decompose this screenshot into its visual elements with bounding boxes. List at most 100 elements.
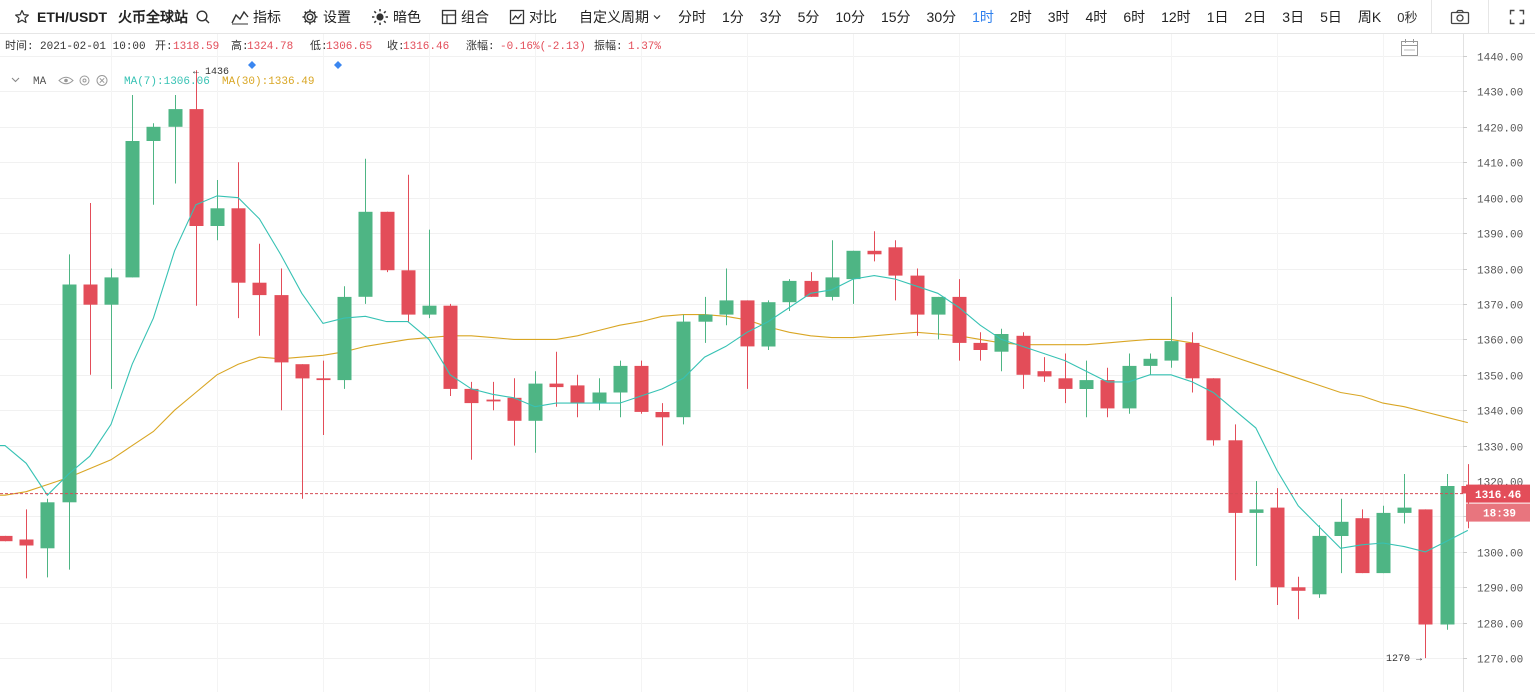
candle-up[interactable] [825,240,840,301]
collapse-chevron-icon[interactable] [11,77,20,83]
period-option[interactable]: 1时 [964,7,1002,27]
candle-down[interactable] [401,174,416,322]
period-option[interactable]: 3分 [752,7,790,27]
candle-down[interactable] [952,279,967,361]
candle-down[interactable] [316,360,331,435]
period-option[interactable]: 10分 [827,7,873,27]
period-option[interactable]: 分时 [670,7,714,27]
candle-down[interactable] [888,240,903,301]
candle-down[interactable] [867,231,882,262]
period-option[interactable]: 5日 [1312,7,1350,27]
candle-down[interactable] [274,268,289,411]
period-option[interactable]: 1分 [714,7,752,27]
candle-down[interactable] [1037,357,1052,382]
candle-down[interactable] [486,381,501,411]
period-option[interactable]: 5分 [790,7,828,27]
candle-down[interactable] [1206,378,1221,446]
candle-up[interactable] [168,95,183,184]
candle-down[interactable] [549,351,564,407]
candle-down[interactable] [83,203,98,375]
candle-down[interactable] [634,360,649,414]
combo-button[interactable]: 组合 [431,0,499,34]
candle-up[interactable] [1164,296,1179,368]
candle-down[interactable] [252,243,267,336]
candle-up[interactable] [40,498,55,578]
candle-down[interactable] [443,303,458,396]
period-option[interactable]: 周K [1350,7,1389,27]
candle-up[interactable] [994,328,1009,372]
period-option[interactable]: 2时 [1002,7,1040,27]
period-option[interactable]: 15分 [873,7,919,27]
custom-period-dropdown[interactable]: 自定义周期 [567,0,670,34]
candle-up[interactable] [337,286,352,389]
period-option[interactable]: 2日 [1236,7,1274,27]
candle-down[interactable] [380,211,395,273]
candle-down[interactable] [1185,332,1200,393]
candle-down[interactable] [507,378,522,446]
candle-up[interactable] [210,180,225,241]
candle-up[interactable] [1376,505,1391,574]
settings-button[interactable]: 设置 [291,0,361,34]
candle-down[interactable] [464,381,479,460]
candle-down[interactable] [0,535,13,542]
fullscreen-button[interactable] [1489,0,1535,34]
candle-body [104,277,119,305]
candle-up[interactable] [698,296,713,343]
candle-up[interactable] [528,371,543,453]
candle-down[interactable] [655,403,670,446]
indicator-icon [231,10,249,24]
candle-up[interactable] [676,314,691,425]
theme-toggle-button[interactable]: 暗色 [361,0,431,34]
period-option[interactable]: 4时 [1078,7,1116,27]
star-icon[interactable] [14,0,30,34]
candle-up[interactable] [931,296,946,340]
candle-down[interactable] [1228,424,1243,581]
close-icon[interactable] [96,75,108,86]
candle-down[interactable] [231,162,246,319]
period-option[interactable]: 6时 [1115,7,1153,27]
ma30-line [0,314,1468,496]
symbol-name[interactable]: ETH/USDT [37,9,107,25]
candle-down[interactable] [19,509,34,579]
candle-up[interactable] [125,95,140,278]
candle-down[interactable] [295,364,310,499]
period-option[interactable]: 30分 [919,7,965,27]
eye-icon[interactable] [58,76,74,85]
candle-up[interactable] [1312,525,1327,598]
screenshot-button[interactable] [1432,0,1488,34]
candle-up[interactable] [1122,353,1137,414]
candle-up[interactable] [104,268,119,389]
event-marker-icon[interactable] [248,61,256,69]
gear-icon[interactable] [79,75,90,86]
candle-down[interactable] [973,332,988,361]
candle-down[interactable] [1291,576,1306,620]
event-marker-icon[interactable] [334,61,342,69]
period-option[interactable]: 12时 [1153,7,1199,27]
indicators-button[interactable]: 指标 [221,0,291,34]
candle-down[interactable] [1418,509,1433,659]
candle-down[interactable] [189,70,204,306]
ma-label: MA [33,76,47,88]
candle-up[interactable] [146,123,161,205]
candle-up[interactable] [613,360,628,418]
candlestick-chart[interactable]: 1440.00 1430.00 1420.00 1410.00 1400.00 1390.… [0,34,1535,692]
candle-down[interactable] [910,268,925,336]
search-icon[interactable] [195,0,211,34]
candle-up[interactable] [1143,353,1158,375]
candle-up[interactable] [761,300,776,350]
candle-up[interactable] [1440,474,1455,630]
period-option[interactable]: 3日 [1274,7,1312,27]
candle-up[interactable] [358,158,373,304]
candle-body [1016,335,1031,375]
candle-down[interactable] [1016,332,1031,389]
candle-up[interactable] [1334,498,1349,574]
candle-up[interactable] [782,279,797,311]
calendar-icon[interactable] [1401,39,1418,56]
candle-up[interactable] [846,250,861,304]
period-option[interactable]: 3时 [1040,7,1078,27]
candle-down[interactable] [1355,509,1370,574]
period-option[interactable]: 1日 [1199,7,1237,27]
candle-up[interactable] [592,378,607,411]
candle-up[interactable] [62,254,77,570]
compare-button[interactable]: 对比 [499,0,567,34]
